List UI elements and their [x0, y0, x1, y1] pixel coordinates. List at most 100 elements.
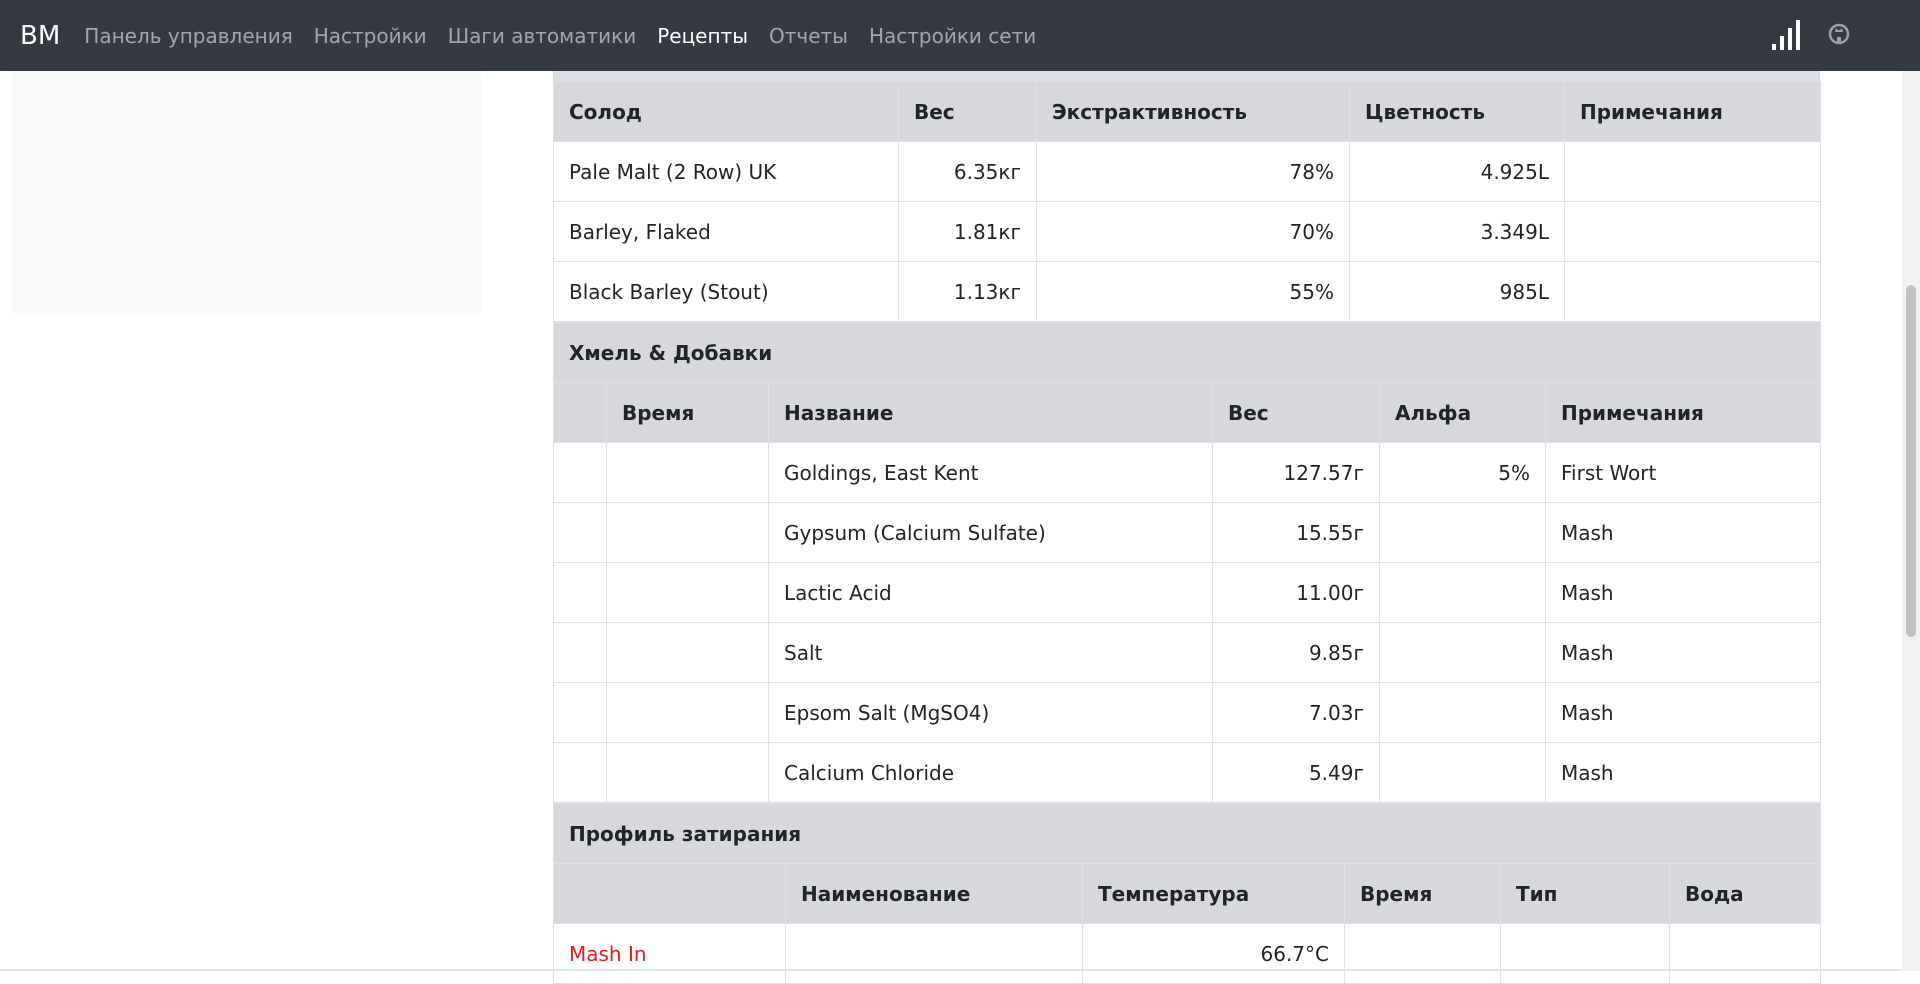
- col-header-alpha: Альфа: [1379, 382, 1546, 443]
- hops-section-title: Хмель & Добавки: [552, 322, 1822, 383]
- col-header-type: Тип: [1500, 863, 1670, 924]
- nav-item-dashboard[interactable]: Панель управления: [84, 24, 292, 48]
- github-icon[interactable]: [1828, 23, 1850, 49]
- scrollbar-thumb[interactable]: [1906, 285, 1916, 637]
- hop-weight: 11.00г: [1212, 562, 1380, 623]
- col-header-water: Вода: [1668, 863, 1822, 924]
- col-header-notes: Примечания: [1564, 81, 1821, 142]
- table-row: Calcium Chloride 5.49г Mash: [553, 742, 1822, 803]
- hop-notes: Mash: [1544, 562, 1822, 623]
- hop-name: Goldings, East Kent: [768, 442, 1213, 503]
- col-header-blank: [553, 863, 786, 924]
- hop-weight: 15.55г: [1212, 502, 1380, 563]
- col-header-extract: Экстрактивность: [1036, 81, 1350, 142]
- hop-time: [606, 622, 769, 683]
- hop-cell-blank: [553, 502, 607, 563]
- hop-alpha: [1379, 622, 1546, 683]
- hop-alpha: [1379, 502, 1546, 563]
- col-header-blank: [553, 382, 607, 443]
- malt-color: 4.925L: [1349, 141, 1565, 202]
- navbar: BM Панель управления Настройки Шаги авто…: [0, 0, 1920, 71]
- hop-cell-blank: [553, 442, 607, 503]
- nav-item-settings[interactable]: Настройки: [314, 24, 427, 48]
- hop-alpha: [1379, 562, 1546, 623]
- hop-alpha: 5%: [1379, 442, 1546, 503]
- table-row: Lactic Acid 11.00г Mash: [553, 562, 1822, 623]
- hop-name: Calcium Chloride: [768, 742, 1213, 803]
- hop-name: Salt: [768, 622, 1213, 683]
- malt-extract: 70%: [1036, 201, 1350, 262]
- col-header-weight: Вес: [898, 81, 1037, 142]
- hop-name: Epsom Salt (MgSO4): [768, 682, 1213, 743]
- hops-title-row: Хмель & Добавки: [552, 322, 1822, 383]
- malt-notes: [1564, 201, 1821, 262]
- brand-logo[interactable]: BM: [20, 21, 60, 51]
- hop-weight: 7.03г: [1212, 682, 1380, 743]
- hop-weight: 5.49г: [1212, 742, 1380, 803]
- hop-cell-blank: [553, 562, 607, 623]
- malt-notes: [1564, 261, 1821, 322]
- hop-notes: First Wort: [1544, 442, 1822, 503]
- hop-cell-blank: [553, 682, 607, 743]
- malt-weight: 1.81кг: [898, 201, 1037, 262]
- hop-weight: 9.85г: [1212, 622, 1380, 683]
- col-header-weight: Вес: [1212, 382, 1380, 443]
- mash-title-row: Профиль затирания: [552, 803, 1822, 864]
- hop-weight: 127.57г: [1212, 442, 1380, 503]
- table-row: Pale Malt (2 Row) UK 6.35кг 78% 4.925L: [553, 141, 1821, 202]
- malt-extract: 55%: [1036, 261, 1350, 322]
- mash-table: Профиль затирания Наименование Температу…: [552, 803, 1822, 984]
- left-panel: [12, 71, 482, 313]
- malt-name: Black Barley (Stout): [553, 261, 899, 322]
- hop-notes: Mash: [1544, 622, 1822, 683]
- malt-color: 3.349L: [1349, 201, 1565, 262]
- hop-time: [606, 742, 769, 803]
- malt-name: Barley, Flaked: [553, 201, 899, 262]
- malt-weight: 1.13кг: [898, 261, 1037, 322]
- malts-header-row: Солод Вес Экстрактивность Цветность Прим…: [553, 81, 1821, 142]
- mash-step-temperature: 66.7°C: [1082, 923, 1345, 984]
- table-row: Salt 9.85г Mash: [553, 622, 1822, 683]
- hop-notes: Mash: [1544, 682, 1822, 743]
- malt-weight: 6.35кг: [898, 141, 1037, 202]
- nav-item-automation-steps[interactable]: Шаги автоматики: [448, 24, 637, 48]
- hop-alpha: [1379, 682, 1546, 743]
- hop-time: [606, 562, 769, 623]
- hop-name: Gypsum (Calcium Sulfate): [768, 502, 1213, 563]
- hop-alpha: [1379, 742, 1546, 803]
- hop-name: Lactic Acid: [768, 562, 1213, 623]
- recipe-details: Солод Вес Экстрактивность Цветность Прим…: [552, 71, 1822, 984]
- malt-notes: [1564, 141, 1821, 202]
- table-row: Epsom Salt (MgSO4) 7.03г Mash: [553, 682, 1822, 743]
- col-header-color: Цветность: [1349, 81, 1565, 142]
- table-row: Black Barley (Stout) 1.13кг 55% 985L: [553, 261, 1821, 322]
- table-row: Goldings, East Kent 127.57г 5% First Wor…: [553, 442, 1822, 503]
- table-row: Gypsum (Calcium Sulfate) 15.55г Mash: [553, 502, 1822, 563]
- col-header-malt: Солод: [553, 81, 899, 142]
- hops-table: Хмель & Добавки Время Название Вес Альфа…: [552, 322, 1822, 803]
- hops-header-row: Время Название Вес Альфа Примечания: [553, 382, 1822, 443]
- col-header-notes: Примечания: [1544, 382, 1822, 443]
- col-header-temperature: Температура: [1082, 863, 1345, 924]
- nav-item-network-settings[interactable]: Настройки сети: [869, 24, 1036, 48]
- hop-cell-blank: [553, 622, 607, 683]
- table-row: Barley, Flaked 1.81кг 70% 3.349L: [553, 201, 1821, 262]
- malt-name: Pale Malt (2 Row) UK: [553, 141, 899, 202]
- table-row: Mash In 66.7°C: [553, 923, 1822, 984]
- hop-time: [606, 502, 769, 563]
- mash-step-time: [1344, 923, 1501, 984]
- hop-cell-blank: [553, 742, 607, 803]
- hop-time: [606, 442, 769, 503]
- nav-item-reports[interactable]: Отчеты: [769, 24, 848, 48]
- signal-icon[interactable]: [1772, 18, 1802, 54]
- hop-notes: Mash: [1544, 502, 1822, 563]
- mash-header-row: Наименование Температура Время Тип Вода: [553, 863, 1822, 924]
- col-header-time: Время: [606, 382, 769, 443]
- mash-step-water: [1668, 923, 1822, 984]
- col-header-name: Название: [768, 382, 1213, 443]
- page-scrollbar[interactable]: [1902, 0, 1920, 971]
- malt-color: 985L: [1349, 261, 1565, 322]
- col-header-time: Время: [1344, 863, 1501, 924]
- mash-step-link[interactable]: Mash In: [553, 923, 786, 984]
- nav-item-recipes[interactable]: Рецепты: [657, 24, 748, 48]
